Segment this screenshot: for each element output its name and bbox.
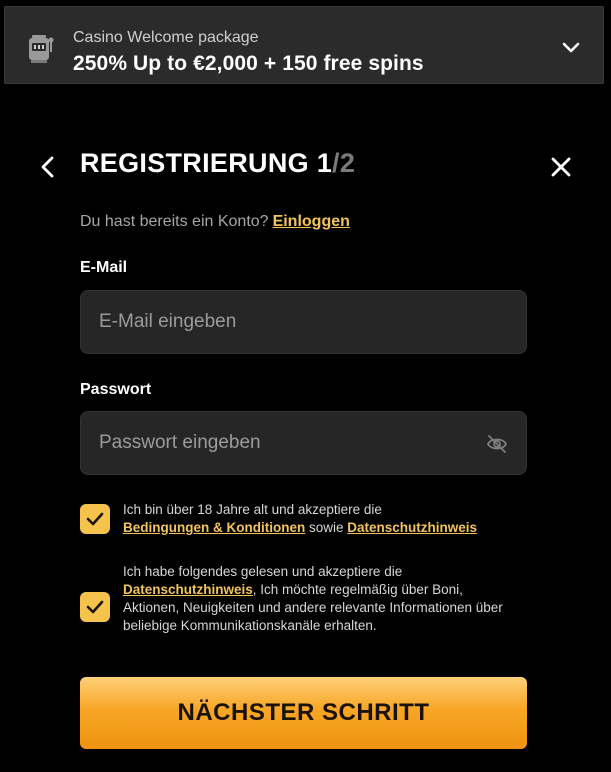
email-field[interactable] <box>81 291 526 353</box>
terms-link[interactable]: Bedingungen & Konditionen <box>123 520 305 535</box>
marketing-checkbox[interactable] <box>80 592 110 622</box>
password-field-container <box>80 411 527 475</box>
password-label: Passwort <box>80 381 152 398</box>
terms-consent-text: Ich bin über 18 Jahre alt und akzeptiere… <box>123 501 477 537</box>
title-separator: / <box>332 148 340 178</box>
checkmark-icon <box>86 512 104 526</box>
marketing-consent-text: Ich habe folgendes gelesen und akzeptier… <box>123 563 515 635</box>
close-icon[interactable] <box>549 154 573 180</box>
marketing-privacy-link[interactable]: Datenschutzhinweis <box>123 582 253 597</box>
marketing-text-1: Ich habe folgendes gelesen und akzeptier… <box>123 564 403 579</box>
login-link[interactable]: Einloggen <box>273 213 350 230</box>
page-title: REGISTRIERUNG 1/2 <box>80 148 355 179</box>
promo-banner[interactable]: Casino Welcome package 250% Up to €2,000… <box>4 6 604 84</box>
email-label: E-Mail <box>80 259 128 276</box>
terms-text-1: Ich bin über 18 Jahre alt und akzeptiere… <box>123 502 382 517</box>
chevron-down-icon[interactable] <box>561 41 581 55</box>
eye-slash-icon[interactable] <box>486 434 508 454</box>
back-arrow-icon[interactable] <box>38 154 58 180</box>
login-prompt-text: Du hast bereits ein Konto? <box>80 213 269 230</box>
promo-title: 250% Up to €2,000 + 150 free spins <box>73 52 424 75</box>
next-step-button[interactable]: NÄCHSTER SCHRITT <box>80 677 527 749</box>
slot-machine-icon <box>29 35 54 63</box>
title-step: REGISTRIERUNG 1 <box>80 148 333 178</box>
title-total: 2 <box>339 148 356 178</box>
email-field-container <box>80 290 527 354</box>
promo-subtitle: Casino Welcome package <box>73 29 259 46</box>
login-prompt: Du hast bereits ein Konto? Einloggen <box>80 213 350 231</box>
checkmark-icon <box>86 600 104 614</box>
password-field[interactable] <box>81 412 526 474</box>
privacy-link[interactable]: Datenschutzhinweis <box>347 520 477 535</box>
terms-checkbox[interactable] <box>80 504 110 534</box>
terms-text-2: sowie <box>309 520 344 535</box>
